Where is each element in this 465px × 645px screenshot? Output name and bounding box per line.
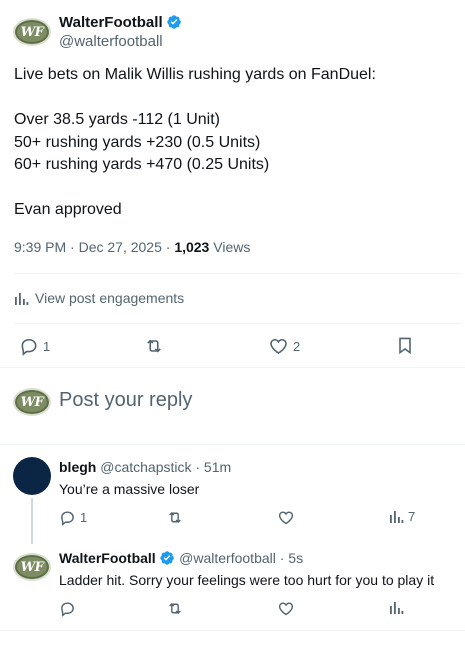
post-timestamp: 9:39 PM · Dec 27, 2025 · 1,023 Views: [14, 239, 250, 255]
views-label: Views: [209, 239, 251, 255]
avatar-logo-text: WF: [20, 559, 44, 575]
views-button[interactable]: [389, 600, 404, 615]
like-count: 2: [293, 338, 301, 354]
heart-icon: [270, 338, 287, 355]
reply-icon: [61, 511, 74, 526]
avatar-logo-text: WF: [20, 24, 44, 40]
heart-icon: [278, 602, 294, 616]
blegh-avatar[interactable]: [13, 457, 51, 495]
avatar[interactable]: WF: [13, 18, 51, 46]
divider: [0, 367, 465, 368]
repost-button[interactable]: [166, 600, 184, 617]
author-name[interactable]: WalterFootball: [59, 14, 163, 31]
analytics-icon: [390, 602, 404, 614]
like-button[interactable]: [277, 509, 295, 526]
avatar[interactable]: WF: [13, 553, 51, 581]
divider: [0, 444, 465, 445]
view-engagements-label: View post engagements: [35, 290, 185, 306]
verified-badge-icon: [160, 551, 174, 565]
repost-icon: [169, 511, 181, 524]
reply-text: You’re a massive loser: [59, 481, 200, 497]
repost-icon: [169, 602, 181, 615]
author-handle[interactable]: @walterfootball: [59, 33, 182, 50]
bookmark-icon: [399, 337, 411, 355]
reply-button[interactable]: [59, 600, 76, 617]
reply-text: Ladder hit. Sorry your feelings were too…: [59, 572, 435, 588]
view-engagements-link[interactable]: View post engagements: [14, 290, 184, 306]
views-count: 7: [408, 509, 416, 524]
heart-icon: [278, 511, 294, 525]
analytics-icon: [15, 292, 29, 305]
views-count: 1,023: [174, 239, 210, 255]
avatar-logo-text: WF: [20, 394, 44, 410]
reply-icon: [61, 602, 74, 617]
divider: [14, 273, 462, 274]
reply-author-name[interactable]: WalterFootball: [59, 550, 156, 566]
reply-count: 1: [43, 338, 51, 354]
reply-compose-input[interactable]: Post your reply: [59, 389, 192, 412]
reply-count: 1: [80, 510, 88, 525]
reply-author-name[interactable]: blegh: [59, 459, 96, 475]
thread-line: [31, 498, 33, 544]
reply-time[interactable]: · 51m: [191, 459, 231, 475]
post-author: WalterFootball @walterfootball: [59, 14, 182, 50]
like-button[interactable]: 2: [268, 336, 300, 356]
reply-author-handle[interactable]: @walterfootball: [179, 550, 276, 566]
reply-header: WalterFootball @walterfootball · 5s: [59, 550, 303, 568]
reply-button[interactable]: 1: [59, 509, 87, 526]
divider: [14, 323, 462, 324]
reply-header: blegh @catchapstick · 51m: [59, 459, 231, 475]
reply-icon: [21, 338, 37, 356]
compose-avatar: WF: [13, 388, 51, 416]
post-text: Live bets on Malik Willis rushing yards …: [14, 66, 376, 218]
verified-badge-icon: [166, 15, 181, 29]
views-button[interactable]: 7: [389, 509, 415, 524]
reply-author-handle[interactable]: @catchapstick: [100, 459, 191, 475]
repost-button[interactable]: [166, 509, 184, 526]
like-button[interactable]: [277, 600, 295, 617]
repost-button[interactable]: [143, 336, 165, 356]
analytics-icon: [390, 511, 404, 523]
bookmark-button[interactable]: [395, 335, 415, 356]
post-time[interactable]: 9:39 PM · Dec 27, 2025 ·: [14, 239, 174, 255]
repost-icon: [147, 339, 161, 353]
reply-button[interactable]: 1: [19, 336, 50, 356]
reply-time[interactable]: · 5s: [276, 550, 303, 566]
divider: [0, 630, 465, 631]
